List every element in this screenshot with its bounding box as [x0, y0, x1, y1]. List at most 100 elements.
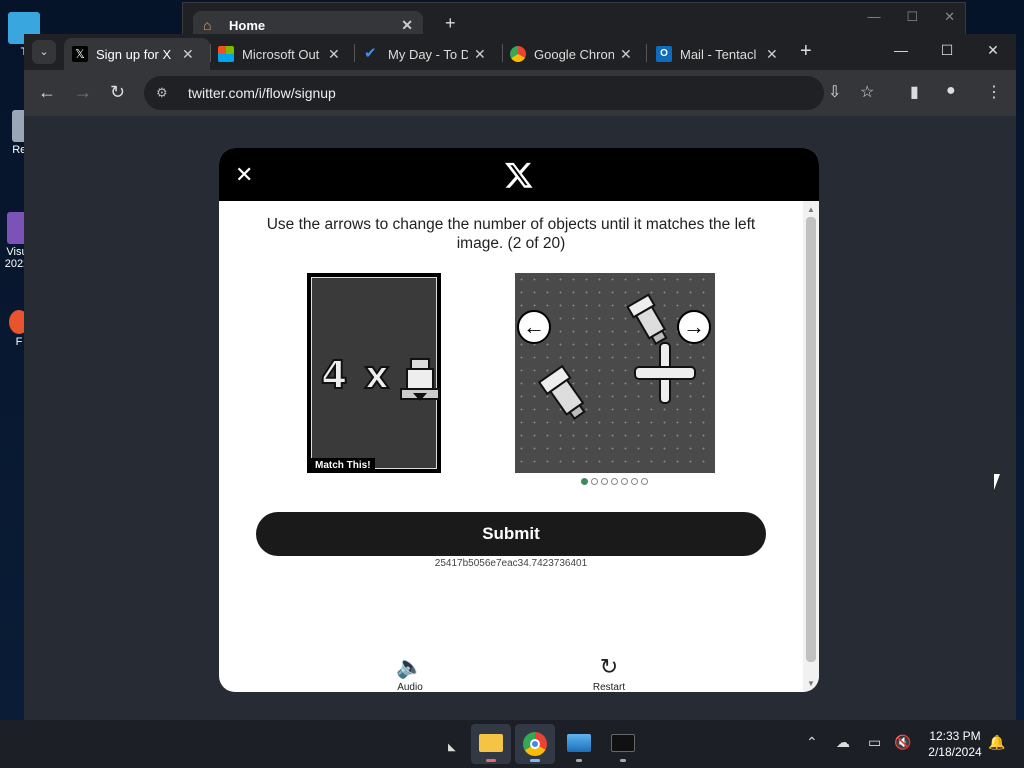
running-indicator — [486, 759, 496, 762]
close-icon[interactable]: ✕ — [620, 46, 632, 63]
tab-separator — [354, 44, 355, 62]
close-icon[interactable]: ✕ — [474, 46, 486, 63]
forward-button[interactable]: → — [74, 82, 92, 103]
close-icon[interactable]: ✕ — [235, 162, 253, 188]
tab-sign-up-for-x[interactable]: 𝕏 Sign up for X ✕ — [64, 38, 210, 70]
close-icon[interactable]: ✕ — [401, 17, 413, 34]
tab-my-day-todo[interactable]: ✔ My Day - To D ✕ — [356, 38, 502, 70]
new-tab-button[interactable]: + — [800, 40, 812, 63]
running-indicator — [530, 759, 540, 762]
mouse-cursor — [994, 474, 1006, 490]
bookmark-star-icon[interactable]: ☆ — [860, 82, 874, 102]
new-tab-button[interactable]: + — [445, 13, 456, 34]
taskbar: ◣ ⌃ ☁ ▭ 🔇 12:33 PM 2/18/2024 🔔 — [0, 720, 1024, 768]
modal-header: ✕ — [219, 148, 819, 201]
submit-button[interactable]: Submit — [256, 512, 766, 556]
maximize-button[interactable]: ☐ — [924, 34, 970, 66]
close-button[interactable]: ✕ — [970, 34, 1016, 66]
reload-button[interactable]: ↻ — [110, 82, 125, 103]
taskbar-chrome[interactable] — [515, 724, 555, 764]
close-icon[interactable]: ✕ — [182, 46, 194, 63]
pagination-dot — [641, 478, 648, 485]
notification-bell-icon[interactable]: 🔔 — [988, 734, 1005, 751]
x-logo-icon — [505, 162, 533, 188]
chrome-icon-center — [530, 739, 540, 749]
pagination-dot — [591, 478, 598, 485]
close-icon[interactable]: ✕ — [328, 46, 340, 63]
maximize-button[interactable]: ☐ — [906, 9, 918, 25]
pagination-dot — [611, 478, 618, 485]
close-icon[interactable]: ✕ — [766, 46, 778, 63]
tab-label: Mail - Tentacl — [680, 46, 757, 62]
satellite-icon — [400, 358, 440, 401]
background-browser-window[interactable]: ⌂ Home ✕ + — ☐ ✕ — [182, 2, 966, 39]
x-logo-icon: 𝕏 — [72, 46, 88, 62]
match-label: Match This! — [311, 458, 375, 473]
tab-label: Home — [229, 17, 266, 33]
close-button[interactable]: ✕ — [944, 9, 955, 25]
outlook-icon: O — [656, 46, 672, 62]
terminal-icon — [611, 734, 635, 752]
tab-microsoft-outlook[interactable]: Microsoft Out ✕ — [210, 38, 356, 70]
scroll-up-icon[interactable]: ▲ — [807, 205, 815, 214]
pagination-dot — [581, 478, 588, 485]
tab-google-chrome[interactable]: Google Chron ✕ — [502, 38, 648, 70]
tab-label: Microsoft Out — [242, 46, 320, 62]
home-icon: ⌂ — [203, 17, 212, 33]
captcha-modal: ✕ ▲ ▼ Use the arrows to change the numbe… — [219, 148, 819, 692]
pagination-dot — [621, 478, 628, 485]
network-icon[interactable]: ▭ — [868, 734, 881, 751]
audio-button[interactable]: 🔈 Audio — [380, 654, 440, 692]
volume-muted-icon[interactable]: 🔇 — [894, 734, 911, 751]
minimize-button[interactable]: — — [867, 9, 880, 25]
increase-arrow-button[interactable]: → — [677, 310, 711, 344]
microsoft-icon — [218, 46, 234, 62]
chevron-up-icon[interactable]: ⌃ — [806, 734, 818, 751]
audio-label: Audio — [397, 682, 423, 692]
menu-icon[interactable]: ⋮ — [986, 82, 1002, 102]
scrollbar-thumb[interactable] — [806, 217, 816, 662]
window-controls: — ☐ ✕ — [878, 34, 1016, 66]
pagination-dots — [581, 478, 648, 485]
reference-count: 4 x — [320, 352, 392, 398]
restart-button[interactable]: ↻ Restart — [579, 654, 639, 692]
site-info-icon[interactable]: ⚙ — [156, 85, 176, 101]
onedrive-icon[interactable]: ☁ — [836, 734, 850, 751]
restart-label: Restart — [592, 682, 626, 692]
cursor-mark-icon: ◣ — [448, 742, 456, 753]
scrollbar[interactable]: ▲ ▼ — [803, 201, 819, 692]
back-button[interactable]: ← — [38, 82, 56, 103]
decrease-arrow-button[interactable]: ← — [517, 310, 551, 344]
taskbar-terminal[interactable] — [603, 724, 643, 764]
google-icon — [510, 46, 526, 62]
folder-icon — [479, 734, 503, 752]
page-content: ✕ ▲ ▼ Use the arrows to change the numbe… — [24, 116, 1016, 720]
install-app-icon[interactable]: ⇩ — [828, 82, 841, 102]
tab-label: Sign up for X — [96, 46, 172, 62]
taskbar-file-explorer[interactable] — [471, 724, 511, 764]
system-clock[interactable]: 12:33 PM 2/18/2024 — [920, 728, 990, 760]
running-indicator — [576, 759, 582, 762]
tab-separator — [646, 44, 647, 62]
pagination-dot — [631, 478, 638, 485]
tab-label: My Day - To D — [388, 46, 468, 62]
tab-search-button[interactable]: ⌄ — [32, 40, 56, 64]
tab-mail-outlook[interactable]: O Mail - Tentacl ✕ — [648, 38, 794, 70]
restart-icon: ↻ — [599, 654, 619, 679]
minimize-button[interactable]: — — [878, 34, 924, 66]
tab-strip: ⌄ 𝕏 Sign up for X ✕ Microsoft Out ✕ ✔ My… — [24, 34, 1016, 70]
pagination-dot — [601, 478, 608, 485]
profile-icon[interactable]: ● — [946, 82, 956, 100]
address-bar[interactable]: ⚙ twitter.com/i/flow/signup — [144, 76, 824, 110]
tab-label: Google Chron — [534, 46, 614, 62]
clock-date: 2/18/2024 — [928, 745, 982, 759]
taskbar-photos[interactable] — [559, 724, 599, 764]
session-token: 25417b5056e7eac34.7423736401 — [434, 558, 588, 569]
browser-toolbar: ← → ↻ ⚙ twitter.com/i/flow/signup ⇩ ☆ ▮ … — [24, 70, 1016, 116]
running-indicator — [620, 759, 626, 762]
clock-time: 12:33 PM — [929, 729, 981, 743]
reference-image: 4 x Match This! — [307, 273, 441, 473]
side-panel-icon[interactable]: ▮ — [910, 82, 919, 102]
scroll-down-icon[interactable]: ▼ — [807, 679, 815, 688]
photos-icon — [567, 734, 591, 752]
